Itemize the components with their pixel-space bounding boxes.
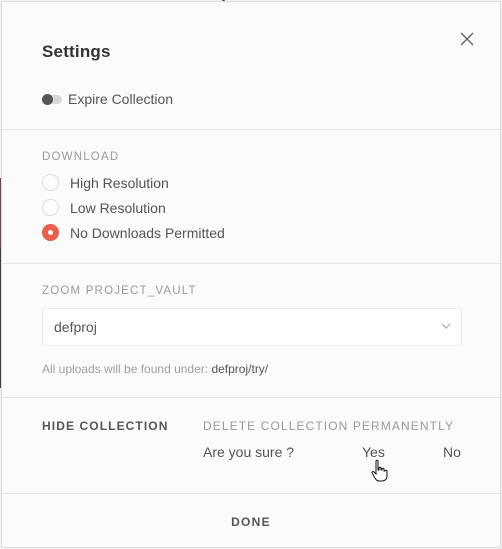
radio-high-resolution[interactable]: High Resolution: [42, 174, 169, 191]
radio-button[interactable]: [42, 199, 59, 216]
done-button[interactable]: DONE: [2, 515, 500, 529]
upload-hint-prefix: All uploads will be found under:: [42, 362, 209, 376]
header-section: Settings Expire Collection: [2, 2, 500, 130]
close-icon[interactable]: [458, 30, 476, 48]
radio-low-resolution[interactable]: Low Resolution: [42, 199, 166, 216]
vault-section-label: ZOOM PROJECT_VAULT: [42, 285, 197, 297]
delete-confirm-text: Are you sure ?: [203, 444, 295, 460]
vault-select-value: defproj: [54, 319, 97, 335]
radio-button[interactable]: [42, 224, 59, 241]
modal-title: Settings: [42, 42, 111, 61]
radio-no-downloads[interactable]: No Downloads Permitted: [42, 224, 225, 241]
hide-collection-button[interactable]: HIDE COLLECTION: [42, 419, 169, 433]
expire-toggle[interactable]: [42, 93, 62, 105]
radio-label: High Resolution: [70, 174, 169, 191]
radio-label: Low Resolution: [70, 199, 166, 216]
settings-modal: Settings Expire Collection DOWNLOAD High…: [1, 1, 501, 548]
radio-label: No Downloads Permitted: [70, 224, 225, 241]
upload-hint-path: defproj/try/: [211, 362, 269, 376]
confirm-yes-button[interactable]: Yes: [362, 444, 385, 460]
download-section: DOWNLOAD High Resolution Low Resolution …: [2, 129, 500, 264]
vault-select[interactable]: defproj: [42, 308, 462, 346]
expire-toggle-row[interactable]: Expire Collection: [42, 91, 173, 107]
chevron-down-icon: [441, 323, 451, 329]
delete-collection-label: DELETE COLLECTION PERMANENTLY: [203, 419, 455, 433]
upload-hint: All uploads will be found under: defproj…: [42, 362, 268, 376]
hand-pointer-icon: [371, 459, 388, 482]
radio-button[interactable]: [42, 174, 59, 191]
expire-label: Expire Collection: [68, 91, 174, 107]
confirm-no-button[interactable]: No: [443, 444, 461, 460]
download-section-label: DOWNLOAD: [42, 151, 120, 163]
